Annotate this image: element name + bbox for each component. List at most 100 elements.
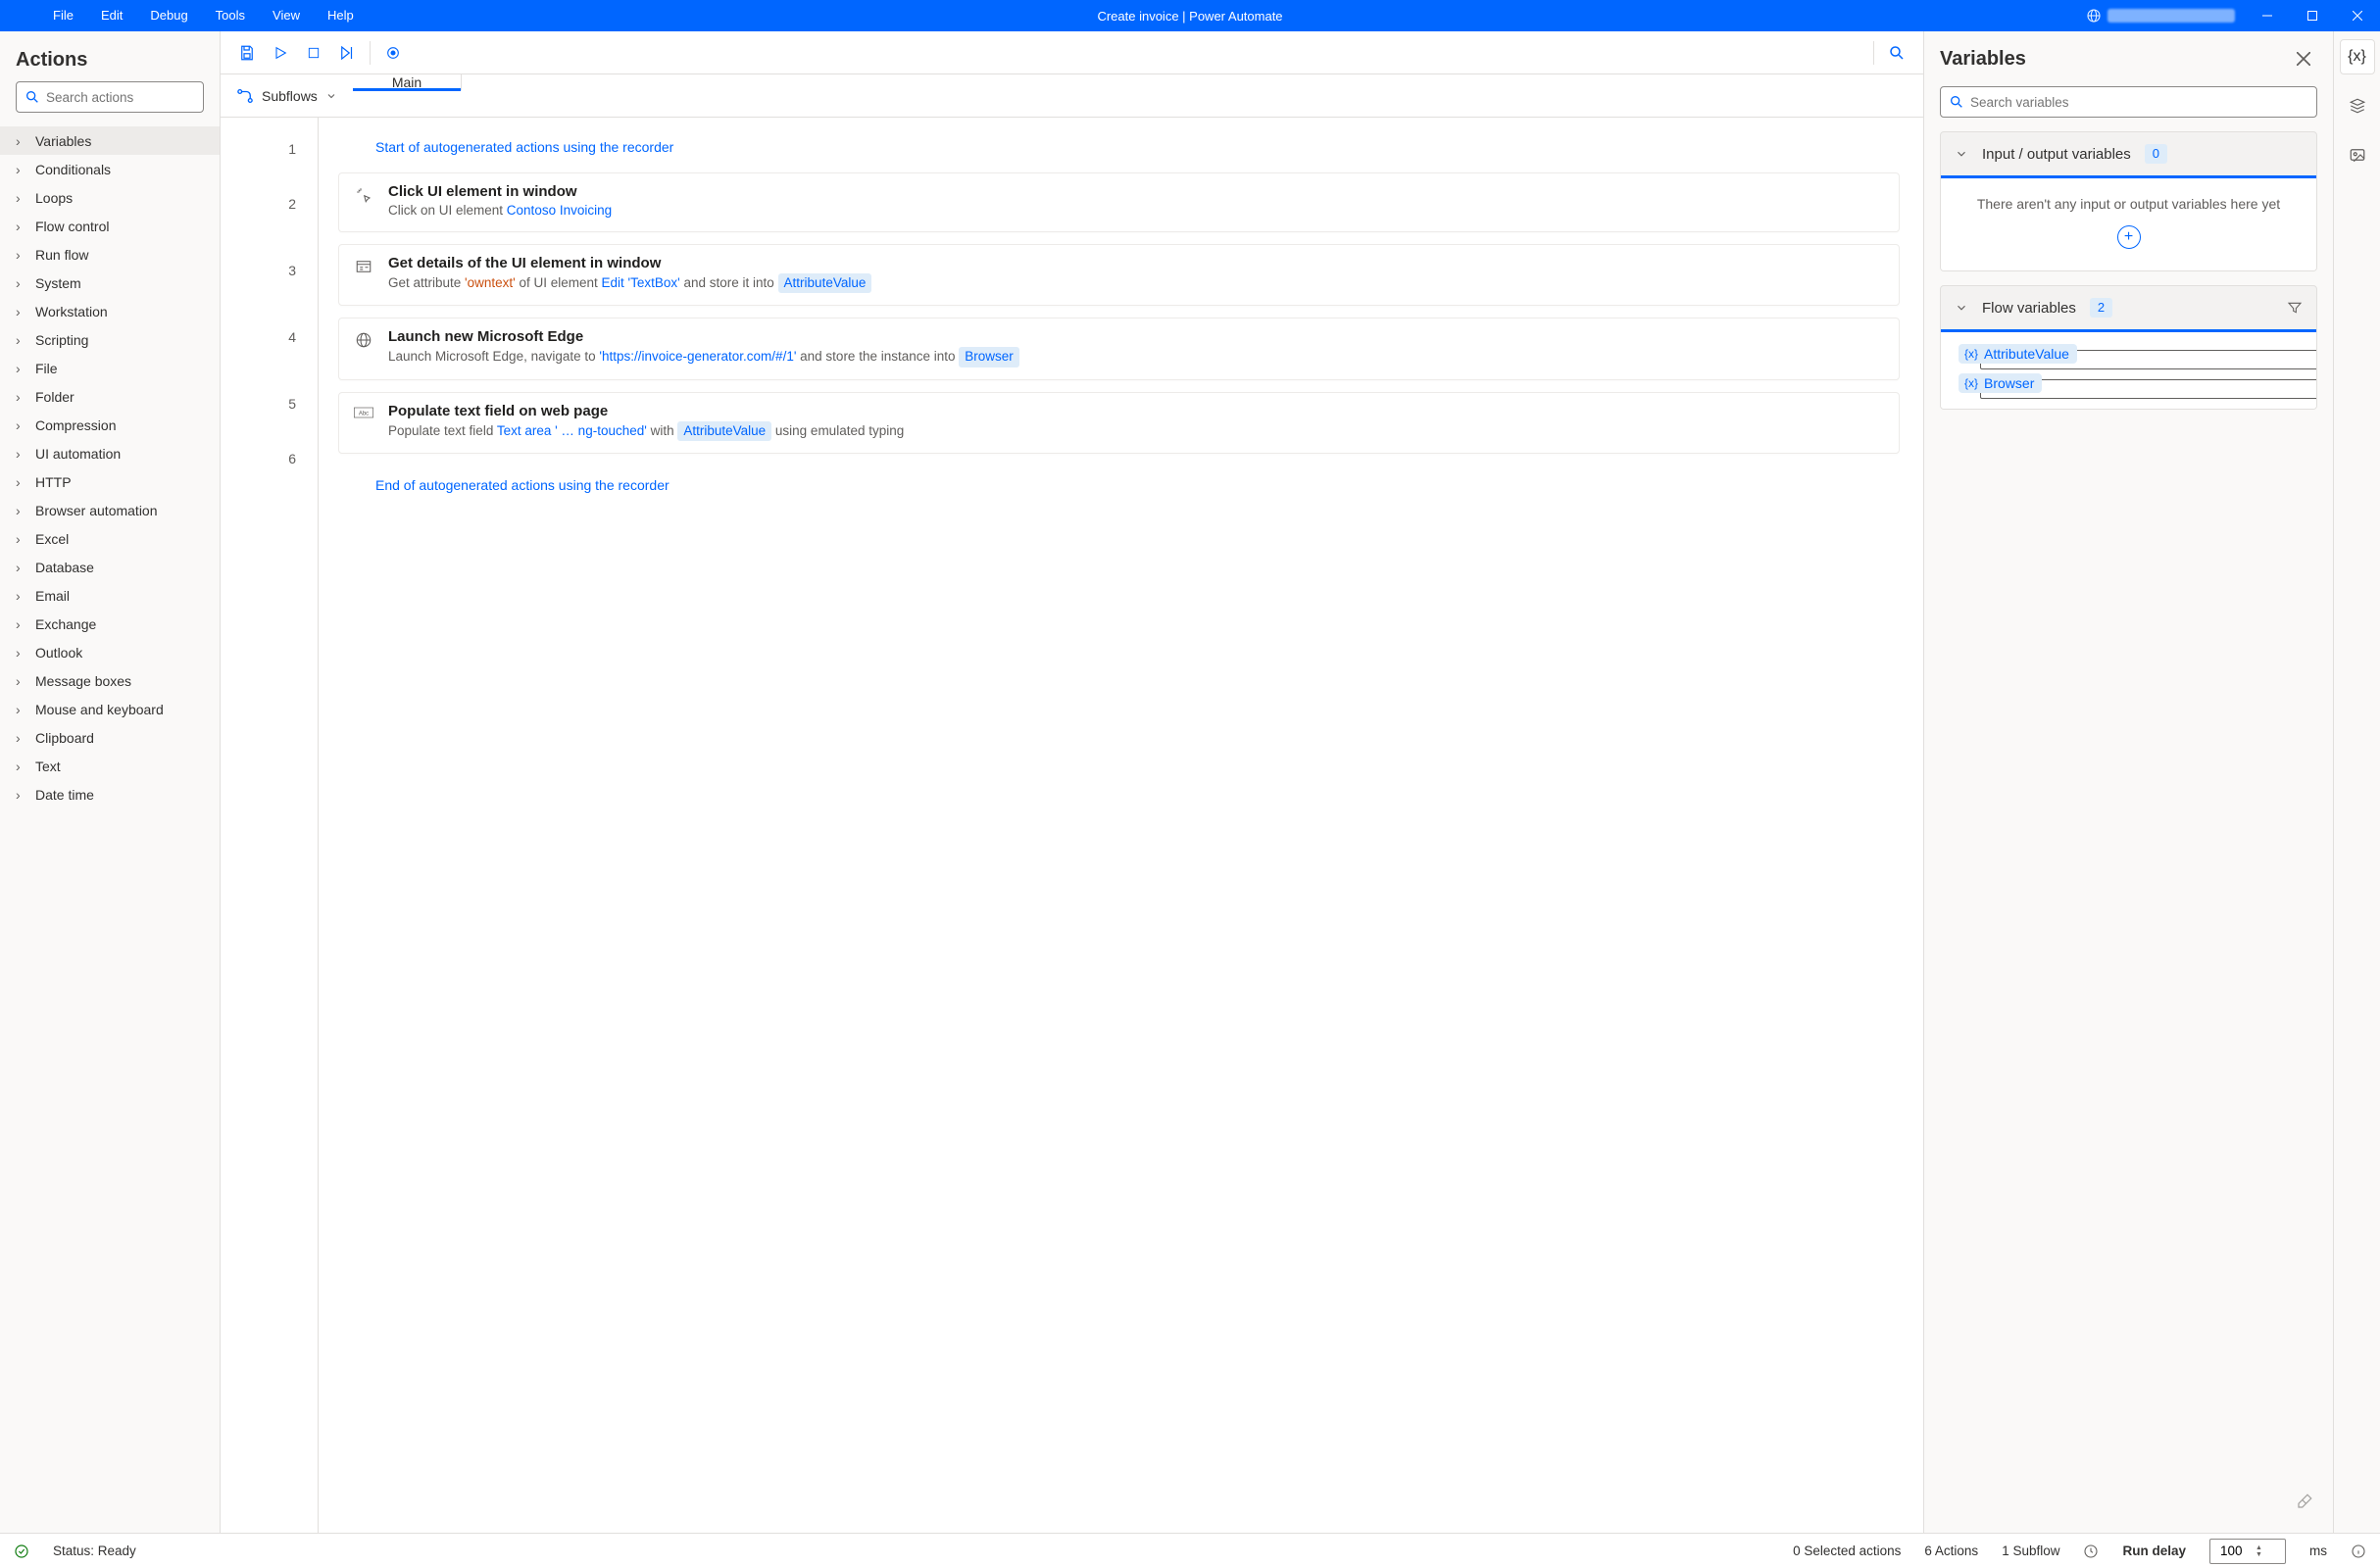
io-variables-header[interactable]: Input / output variables 0 — [1941, 132, 2316, 175]
run-delay-value[interactable] — [2220, 1544, 2256, 1558]
account-indicator[interactable] — [2076, 8, 2245, 24]
actions-category[interactable]: ›Message boxes — [0, 666, 220, 695]
designer-search-button[interactable] — [1880, 36, 1913, 70]
spin-down[interactable]: ▼ — [2256, 1551, 2262, 1558]
line-number: 4 — [221, 304, 318, 370]
minimize-button[interactable] — [2245, 0, 2290, 31]
rail-ui-elements-button[interactable] — [2340, 88, 2375, 123]
actions-category[interactable]: ›File — [0, 354, 220, 382]
svg-text:Abc: Abc — [359, 411, 369, 416]
titlebar: FileEditDebugToolsViewHelp Create invoic… — [0, 0, 2380, 31]
tab-main[interactable]: Main — [353, 74, 462, 90]
flow-variable[interactable]: {x}Browser — [1959, 373, 2299, 393]
chevron-right-icon: › — [16, 474, 27, 490]
chevron-down-icon — [1955, 301, 1968, 315]
menu-edit[interactable]: Edit — [87, 0, 136, 31]
action-card[interactable]: AbcPopulate text field on web pagePopula… — [338, 392, 1900, 454]
actions-category[interactable]: ›Flow control — [0, 212, 220, 240]
chevron-right-icon: › — [16, 759, 27, 774]
recorder-marker: End of autogenerated actions using the r… — [338, 466, 1900, 511]
actions-category[interactable]: ›Outlook — [0, 638, 220, 666]
step-button[interactable] — [330, 36, 364, 70]
actions-category[interactable]: ›Folder — [0, 382, 220, 411]
flow-variable[interactable]: {x}AttributeValue — [1959, 344, 2299, 364]
actions-category[interactable]: ›Variables — [0, 126, 220, 155]
actions-category[interactable]: ›Database — [0, 553, 220, 581]
flow-variables-header[interactable]: Flow variables 2 — [1941, 286, 2316, 329]
chevron-right-icon: › — [16, 730, 27, 746]
menu-file[interactable]: File — [39, 0, 87, 31]
clock-icon — [2083, 1544, 2099, 1559]
actions-search-input[interactable] — [46, 90, 220, 105]
actions-category[interactable]: ›Mouse and keyboard — [0, 695, 220, 723]
status-bar: Status: Ready 0 Selected actions 6 Actio… — [0, 1533, 2380, 1568]
actions-category[interactable]: ›Clipboard — [0, 723, 220, 752]
line-number: 6 — [221, 437, 318, 480]
actions-category[interactable]: ›Email — [0, 581, 220, 610]
actions-category[interactable]: ›Compression — [0, 411, 220, 439]
variables-search-input[interactable] — [1970, 95, 2308, 110]
actions-category[interactable]: ›System — [0, 269, 220, 297]
run-button[interactable] — [264, 36, 297, 70]
actions-category[interactable]: ›Excel — [0, 524, 220, 553]
tabs-row: Subflows Main — [221, 74, 1923, 118]
action-card[interactable]: Get details of the UI element in windowG… — [338, 244, 1900, 306]
menu-help[interactable]: Help — [314, 0, 368, 31]
subflows-icon — [236, 87, 254, 105]
action-description: Populate text field Text area ' … ng-tou… — [388, 421, 1885, 441]
stop-button[interactable] — [297, 36, 330, 70]
actions-category[interactable]: ›Conditionals — [0, 155, 220, 183]
close-button[interactable] — [2335, 0, 2380, 31]
line-number: 5 — [221, 370, 318, 437]
maximize-button[interactable] — [2290, 0, 2335, 31]
subflows-label: Subflows — [262, 88, 318, 104]
menu-debug[interactable]: Debug — [136, 0, 201, 31]
right-rail: {x} — [2333, 31, 2380, 1533]
actions-category[interactable]: ›Workstation — [0, 297, 220, 325]
actions-category[interactable]: ›HTTP — [0, 467, 220, 496]
account-name-blurred — [2107, 9, 2235, 23]
chevron-right-icon: › — [16, 417, 27, 433]
actions-search[interactable] — [16, 81, 204, 113]
action-description: Click on UI element Contoso Invoicing — [388, 202, 1885, 220]
actions-category[interactable]: ›UI automation — [0, 439, 220, 467]
chevron-right-icon: › — [16, 389, 27, 405]
add-io-variable-button[interactable]: + — [2117, 225, 2141, 249]
spin-up[interactable]: ▲ — [2256, 1544, 2262, 1551]
actions-tree[interactable]: ›Variables›Conditionals›Loops›Flow contr… — [0, 122, 220, 1533]
actions-category[interactable]: ›Run flow — [0, 240, 220, 269]
actions-category[interactable]: ›Loops — [0, 183, 220, 212]
subflows-dropdown[interactable]: Subflows — [221, 74, 353, 117]
record-button[interactable] — [376, 36, 410, 70]
steps-list: Start of autogenerated actions using the… — [319, 118, 1923, 1533]
actions-category[interactable]: ›Browser automation — [0, 496, 220, 524]
action-card[interactable]: Launch new Microsoft EdgeLaunch Microsof… — [338, 318, 1900, 379]
info-icon[interactable] — [2351, 1544, 2366, 1559]
selected-count: 0 Selected actions — [1793, 1544, 1901, 1558]
actions-category[interactable]: ›Date time — [0, 780, 220, 808]
actions-category[interactable]: ›Text — [0, 752, 220, 780]
canvas[interactable]: 123456 Start of autogenerated actions us… — [221, 118, 1923, 1533]
action-card[interactable]: Click UI element in windowClick on UI el… — [338, 172, 1900, 232]
rail-images-button[interactable] — [2340, 137, 2375, 172]
line-number: 1 — [221, 127, 318, 171]
abc-icon: Abc — [353, 403, 374, 441]
filter-icon[interactable] — [2287, 300, 2303, 316]
variables-search[interactable] — [1940, 86, 2317, 118]
eraser-icon[interactable] — [2292, 1489, 2317, 1519]
variables-panel-close[interactable] — [2290, 45, 2317, 73]
run-delay-label: Run delay — [2122, 1544, 2186, 1558]
save-button[interactable] — [230, 36, 264, 70]
search-icon — [1949, 94, 1964, 110]
menu-tools[interactable]: Tools — [202, 0, 259, 31]
actions-category[interactable]: ›Exchange — [0, 610, 220, 638]
chevron-right-icon: › — [16, 190, 27, 206]
rail-variables-button[interactable]: {x} — [2340, 39, 2375, 74]
chevron-right-icon: › — [16, 332, 27, 348]
run-delay-input[interactable]: ▲▼ — [2209, 1539, 2286, 1564]
menu-view[interactable]: View — [259, 0, 314, 31]
click-icon — [353, 183, 374, 220]
chevron-right-icon: › — [16, 787, 27, 803]
variables-panel-title: Variables — [1940, 48, 2026, 71]
actions-category[interactable]: ›Scripting — [0, 325, 220, 354]
